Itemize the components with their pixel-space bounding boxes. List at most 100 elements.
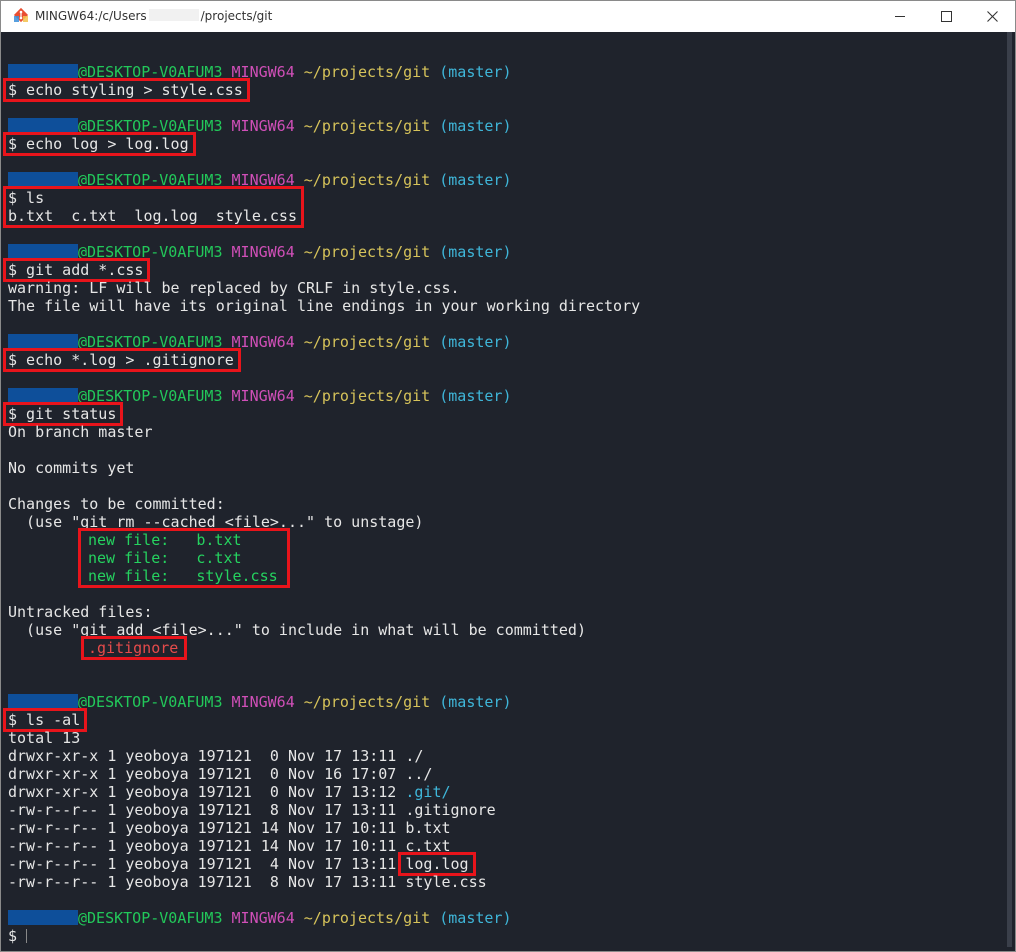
prompt-host: @DESKTOP-V0AFUM3: [78, 170, 223, 189]
prompt-path: ~/projects/git: [303, 170, 431, 189]
prompt-line: @DESKTOP-V0AFUM3 MINGW64 ~/projects/git …: [8, 243, 512, 261]
ls-row-name: .git/: [405, 782, 451, 801]
username-redacted: [8, 333, 78, 349]
prompt-branch: (master): [439, 908, 512, 927]
prompt-line: @DESKTOP-V0AFUM3 MINGW64 ~/projects/git …: [8, 333, 512, 351]
prompt-system: MINGW64: [231, 386, 295, 405]
staged-file: new file: b.txt: [88, 531, 242, 549]
command-text: $ echo styling > style.css: [8, 80, 243, 99]
ls-row-name: style.css: [405, 872, 487, 891]
close-button[interactable]: [969, 1, 1015, 32]
ls-row: drwxr-xr-x 1 yeoboya 197121 0 Nov 17 13:…: [8, 783, 451, 801]
ls-row: -rw-r--r-- 1 yeoboya 197121 14 Nov 17 10…: [8, 837, 451, 855]
command-line: $ echo *.log > .gitignore: [8, 351, 234, 369]
prompt-path: ~/projects/git: [303, 692, 431, 711]
output-text: warning: LF will be replaced by CRLF in …: [8, 278, 460, 297]
ls-row: -rw-r--r-- 1 yeoboya 197121 8 Nov 17 13:…: [8, 801, 496, 819]
output-line: Untracked files:: [8, 603, 153, 621]
prompt-path: ~/projects/git: [303, 332, 431, 351]
command-text: $ git add *.css: [8, 260, 144, 279]
terminal-window: MINGW64:/c/Users/projects/git @DESKTOP-V…: [0, 0, 1016, 952]
ls-row-meta: drwxr-xr-x 1 yeoboya 197121 0 Nov 17 13:…: [8, 746, 406, 765]
staged-file-text: new file: c.txt: [88, 548, 242, 567]
ls-total: total 13: [8, 728, 81, 747]
ls-row-meta: -rw-r--r-- 1 yeoboya 197121 14 Nov 17 10…: [8, 818, 406, 837]
command-line: $ ls -al: [8, 711, 80, 729]
command-text: $ echo *.log > .gitignore: [8, 350, 234, 369]
output-text: b.txt c.txt log.log style.css: [8, 206, 297, 225]
command-line: $ git add *.css: [8, 261, 143, 279]
prompt-branch: (master): [439, 386, 512, 405]
status-no-commits: No commits yet: [8, 458, 135, 477]
final-prompt: $: [8, 927, 28, 945]
status-changes-hint: (use "git rm --cached <file>..." to unst…: [8, 512, 424, 531]
ls-row: drwxr-xr-x 1 yeoboya 197121 0 Nov 17 13:…: [8, 747, 423, 765]
prompt-host: @DESKTOP-V0AFUM3: [78, 908, 223, 927]
prompt-branch: (master): [439, 170, 512, 189]
command-line: $ echo log > log.log: [8, 135, 189, 153]
terminal-output[interactable]: @DESKTOP-V0AFUM3 MINGW64 ~/projects/git …: [1, 32, 1005, 951]
prompt-line: @DESKTOP-V0AFUM3 MINGW64 ~/projects/git …: [8, 693, 512, 711]
prompt-path: ~/projects/git: [303, 908, 431, 927]
prompt-line: @DESKTOP-V0AFUM3 MINGW64 ~/projects/git …: [8, 117, 512, 135]
close-icon: [986, 11, 998, 22]
ls-row-name: ./: [405, 746, 424, 765]
output-line: Changes to be committed:: [8, 495, 225, 513]
title-bar[interactable]: MINGW64:/c/Users/projects/git: [1, 1, 1015, 32]
command-text: $ ls: [8, 188, 45, 207]
prompt-branch: (master): [439, 332, 512, 351]
staged-file-text: new file: style.css: [88, 566, 278, 585]
command-line: $ git status: [8, 405, 116, 423]
output-line: The file will have its original line end…: [8, 297, 640, 315]
status-untracked-header: Untracked files:: [8, 602, 153, 621]
minimize-button[interactable]: [877, 1, 923, 32]
maximize-icon: [940, 11, 952, 22]
untracked-file: .gitignore: [88, 639, 178, 657]
command-text: $ git status: [8, 404, 117, 423]
ls-row-meta: -rw-r--r-- 1 yeoboya 197121 8 Nov 17 13:…: [8, 800, 406, 819]
prompt-line: @DESKTOP-V0AFUM3 MINGW64 ~/projects/git …: [8, 909, 512, 927]
prompt-line: @DESKTOP-V0AFUM3 MINGW64 ~/projects/git …: [8, 171, 512, 189]
maximize-button[interactable]: [923, 1, 969, 32]
command-text: $ ls -al: [8, 710, 81, 729]
prompt-host: @DESKTOP-V0AFUM3: [78, 116, 223, 135]
staged-file: new file: style.css: [88, 567, 278, 585]
scrollbar[interactable]: [1005, 32, 1015, 951]
prompt-host: @DESKTOP-V0AFUM3: [78, 386, 223, 405]
username-redacted: [8, 63, 78, 79]
ls-row: -rw-r--r-- 1 yeoboya 197121 14 Nov 17 10…: [8, 819, 451, 837]
prompt-path: ~/projects/git: [303, 386, 431, 405]
text-cursor: [26, 928, 28, 943]
ls-row-name: .gitignore: [405, 800, 496, 819]
ls-row-meta: drwxr-xr-x 1 yeoboya 197121 0 Nov 16 17:…: [8, 764, 406, 783]
username-redacted: [8, 693, 78, 709]
ls-row-name: log.log: [405, 854, 469, 873]
ls-row-meta: -rw-r--r-- 1 yeoboya 197121 4 Nov 17 13:…: [8, 854, 406, 873]
status-branch: On branch master: [8, 422, 153, 441]
username-redacted: [8, 171, 78, 187]
username-redacted: [8, 117, 78, 133]
ls-row: -rw-r--r-- 1 yeoboya 197121 8 Nov 17 13:…: [8, 873, 487, 891]
output-line: warning: LF will be replaced by CRLF in …: [8, 279, 460, 297]
prompt-path: ~/projects/git: [303, 62, 431, 81]
prompt-line: @DESKTOP-V0AFUM3 MINGW64 ~/projects/git …: [8, 63, 512, 81]
command-line: $ echo styling > style.css: [8, 81, 243, 99]
output-line: (use "git rm --cached <file>..." to unst…: [8, 513, 423, 531]
output-line: On branch master: [8, 423, 153, 441]
staged-file-text: new file: b.txt: [88, 530, 242, 549]
ls-row-meta: -rw-r--r-- 1 yeoboya 197121 14 Nov 17 10…: [8, 836, 406, 855]
prompt-host: @DESKTOP-V0AFUM3: [78, 242, 223, 261]
ls-row-meta: -rw-r--r-- 1 yeoboya 197121 8 Nov 17 13:…: [8, 872, 406, 891]
prompt-system: MINGW64: [231, 116, 295, 135]
username-redacted: [8, 387, 78, 403]
output-text: The file will have its original line end…: [8, 296, 641, 315]
untracked-file-text: .gitignore: [88, 638, 179, 657]
output-line: total 13: [8, 729, 80, 747]
username-redacted: [8, 243, 78, 259]
output-line: b.txt c.txt log.log style.css: [8, 207, 297, 225]
prompt-system: MINGW64: [231, 692, 295, 711]
prompt-host: @DESKTOP-V0AFUM3: [78, 332, 223, 351]
scrollbar-thumb[interactable]: [1007, 32, 1012, 947]
status-untracked-hint: (use "git add <file>..." to include in w…: [8, 620, 586, 639]
status-changes-header: Changes to be committed:: [8, 494, 225, 513]
